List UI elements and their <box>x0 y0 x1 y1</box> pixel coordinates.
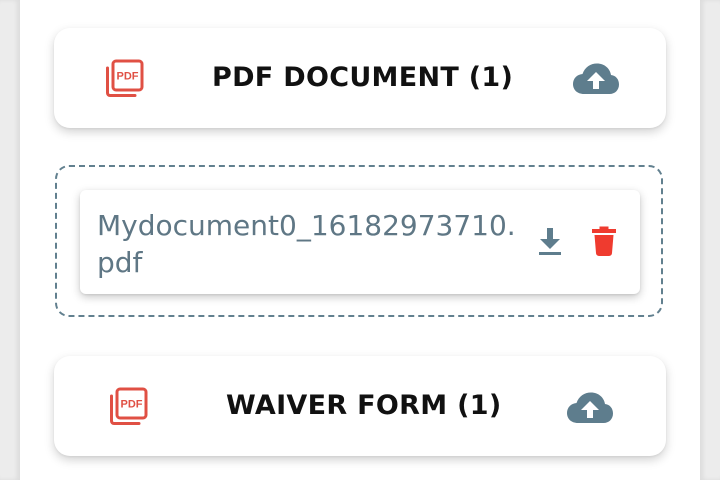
trash-icon[interactable] <box>592 226 616 256</box>
svg-text:PDF: PDF <box>121 399 143 411</box>
svg-text:PDF: PDF <box>117 71 139 83</box>
waiver-form-section[interactable]: PDF WAIVER FORM (1) <box>54 356 666 456</box>
file-name: Mydocument0_16182973710.pdf <box>97 209 516 279</box>
cloud-upload-icon[interactable] <box>566 391 614 425</box>
left-edge <box>0 0 20 480</box>
pdf-file-icon: PDF <box>104 57 146 99</box>
uploaded-file-item: Mydocument0_16182973710.pdf <box>80 190 640 294</box>
section-title: WAIVER FORM (1) <box>226 390 502 421</box>
pdf-file-icon: PDF <box>108 385 150 427</box>
section-title: PDF DOCUMENT (1) <box>212 62 514 93</box>
cloud-upload-icon[interactable] <box>572 62 620 96</box>
right-edge <box>700 0 720 480</box>
pdf-document-section[interactable]: PDF PDF DOCUMENT (1) <box>54 28 666 128</box>
download-icon[interactable] <box>538 226 562 256</box>
